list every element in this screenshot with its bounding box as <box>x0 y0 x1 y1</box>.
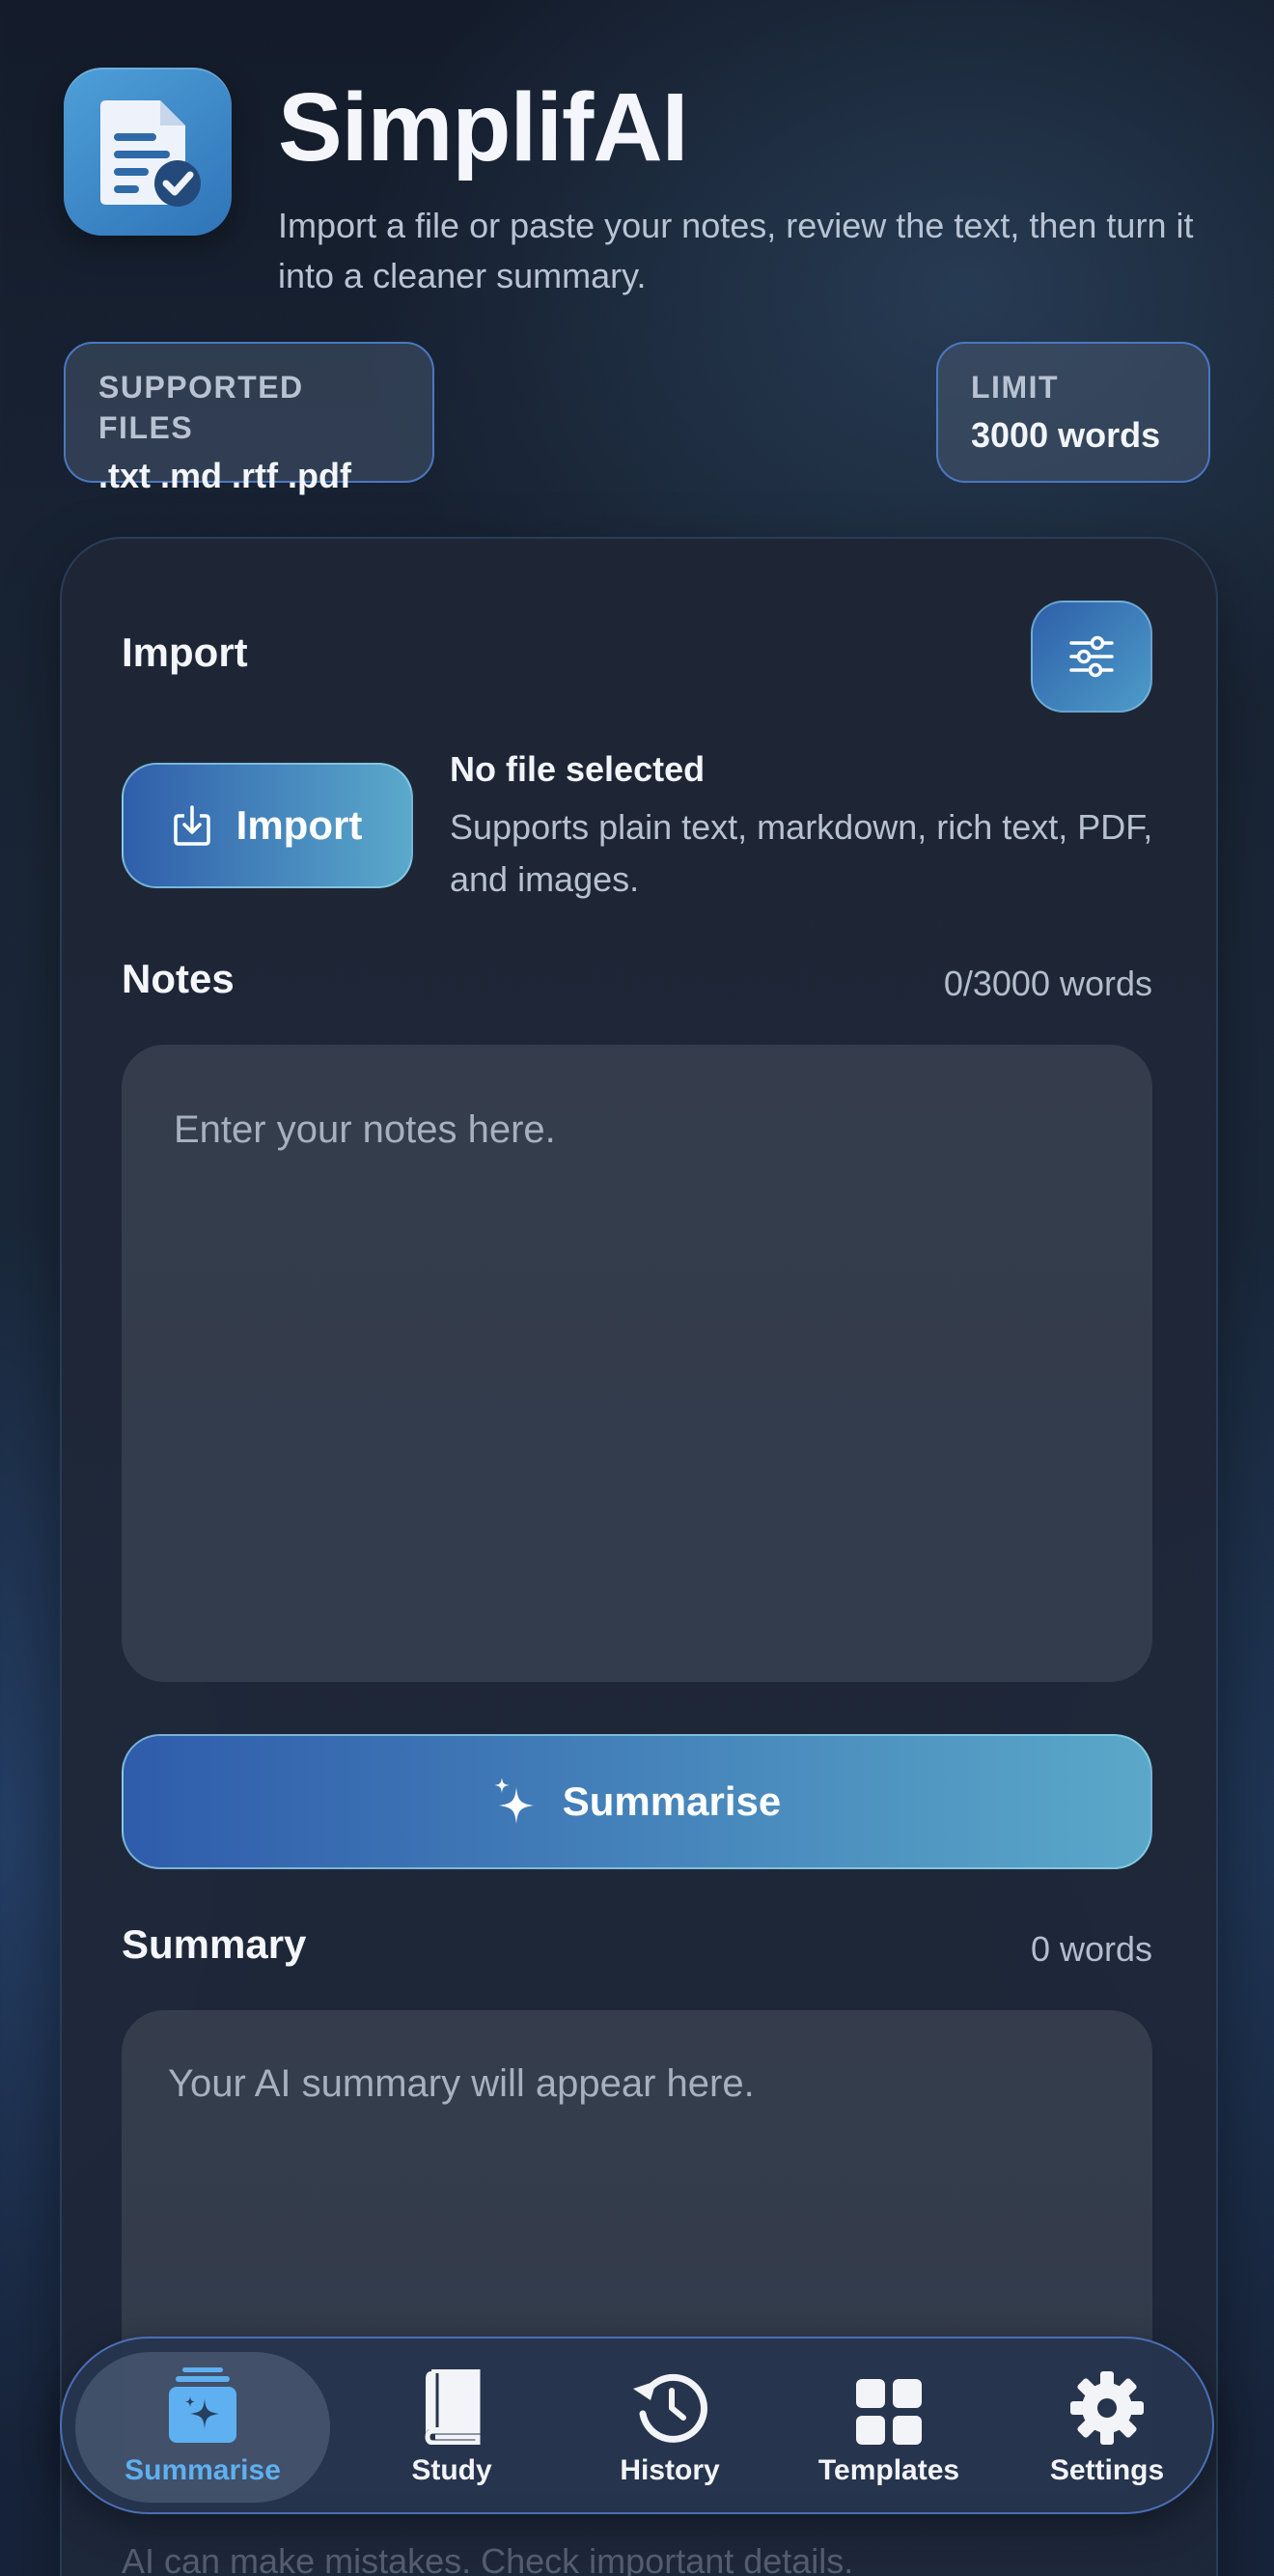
summary-placeholder: Your AI summary will appear here. <box>168 2062 755 2105</box>
notes-input[interactable] <box>174 1108 1100 1618</box>
supported-files-chip: SUPPORTED FILES .txt .md .rtf .pdf <box>64 342 434 495</box>
supported-files-label: SUPPORTED FILES <box>98 370 304 445</box>
supported-files-value: .txt .md .rtf .pdf <box>98 456 351 495</box>
tab-study[interactable]: Study <box>355 2352 548 2503</box>
tab-templates-label: Templates <box>817 2454 960 2486</box>
summarise-button-label: Summarise <box>562 1778 782 1824</box>
summarise-icon <box>169 2367 236 2443</box>
history-icon <box>633 2373 707 2443</box>
tab-history-label: History <box>620 2454 720 2486</box>
import-icon <box>173 805 210 846</box>
tab-settings[interactable]: Settings <box>1013 2352 1201 2503</box>
notes-word-count: 0/3000 words <box>943 964 1152 1003</box>
ai-disclaimer: AI can make mistakes. Check important de… <box>122 2541 854 2576</box>
grid-icon <box>856 2379 922 2445</box>
limit-value: 3000 words <box>971 415 1161 455</box>
notes-container <box>122 1045 1152 1682</box>
book-icon <box>425 2369 481 2445</box>
app-logo <box>64 68 232 236</box>
file-status: No file selected <box>450 749 706 789</box>
notes-section-title: Notes <box>122 956 235 1001</box>
limit-label: LIMIT <box>971 370 1060 405</box>
import-button-label: Import <box>235 802 363 848</box>
import-options-button[interactable] <box>1031 601 1152 713</box>
document-check-icon <box>100 100 201 207</box>
import-section-title: Import <box>122 630 248 675</box>
sliders-icon <box>1069 635 1114 678</box>
bottom-tab-bar: Summarise Study History Templates Settin… <box>60 2337 1214 2514</box>
summarise-button[interactable]: Summarise <box>122 1734 1152 1869</box>
summary-word-count: 0 words <box>1030 1929 1152 1969</box>
tab-summarise-label: Summarise <box>125 2454 281 2486</box>
gear-icon <box>1070 2371 1144 2445</box>
file-help-text: Supports plain text, markdown, rich text… <box>450 807 1153 899</box>
tab-history[interactable]: History <box>573 2352 766 2503</box>
tab-templates[interactable]: Templates <box>782 2352 996 2503</box>
app-subtitle: Import a file or paste your notes, revie… <box>278 206 1194 295</box>
tab-study-label: Study <box>411 2454 492 2486</box>
summary-section-title: Summary <box>122 1921 307 1967</box>
app-title: SimplifAI <box>278 73 688 182</box>
limit-chip: LIMIT 3000 words <box>936 342 1210 483</box>
import-button[interactable]: Import <box>122 763 413 888</box>
sparkles-icon <box>493 1778 534 1824</box>
tab-summarise[interactable]: Summarise <box>75 2352 330 2503</box>
tab-settings-label: Settings <box>1049 2454 1165 2486</box>
